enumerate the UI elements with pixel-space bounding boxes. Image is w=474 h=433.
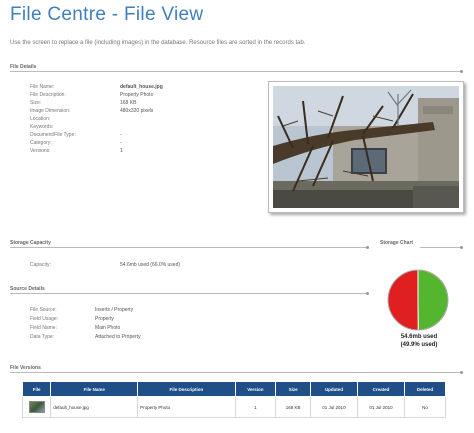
deleted-cell: No <box>404 396 446 418</box>
collapse-icon[interactable] <box>366 246 369 249</box>
size-value: 168 KB <box>120 100 137 106</box>
column-header[interactable]: Created <box>356 381 406 397</box>
column-header[interactable]: Version <box>234 381 277 397</box>
versions-value: 1 <box>120 148 123 154</box>
size-label: Size: <box>30 100 42 106</box>
location-label: Location: <box>30 116 51 122</box>
file-versions-heading: File Versions <box>10 365 41 371</box>
pie-used-label: 54.6mb used <box>400 334 438 340</box>
field-name-value: Main Photo <box>95 325 121 331</box>
collapse-icon[interactable] <box>460 70 463 73</box>
fallen-tree-photo <box>273 86 459 208</box>
category-value: - <box>120 140 122 146</box>
file-description-cell: Property Photo <box>137 396 236 418</box>
column-header[interactable]: Size <box>275 381 311 397</box>
section-divider <box>10 71 462 72</box>
collapse-icon[interactable] <box>460 371 463 374</box>
size-cell: 168 KB <box>275 396 311 418</box>
section-divider <box>10 247 368 248</box>
section-divider <box>420 247 462 248</box>
file-description-value: Property Photo <box>120 92 154 98</box>
data-type-value: Attached to Property <box>95 334 141 340</box>
capacity-value: 54.6mb used (66.0% used) <box>120 262 181 268</box>
pie-slice-used <box>417 269 449 331</box>
column-header[interactable]: File Description <box>137 381 236 397</box>
image-thumbnail-icon[interactable] <box>28 401 45 413</box>
column-header[interactable]: File Name <box>50 381 139 397</box>
column-header[interactable]: File <box>21 381 52 397</box>
image-dimension-label: Image Dimension: <box>30 108 71 114</box>
file-thumbnail-cell[interactable] <box>21 396 52 418</box>
file-source-value: Inserts / Property <box>95 307 134 313</box>
pie-percent-label: (49.9% used) <box>400 342 438 348</box>
keywords-label: Keywords: <box>30 124 54 130</box>
updated-cell: 01 Jul 2010 <box>309 396 359 418</box>
file-versions-table: File File Name File Description Version … <box>21 381 446 418</box>
file-source-label: File Source: <box>30 307 57 313</box>
file-type-value: - <box>120 132 122 138</box>
column-header[interactable]: Deleted <box>404 381 446 397</box>
collapse-icon[interactable] <box>460 246 463 249</box>
field-usage-value: Property <box>95 316 114 322</box>
created-cell: 01 Jul 2010 <box>356 396 406 418</box>
field-name-label: Field Name: <box>30 325 57 331</box>
file-description-label: File Description: <box>30 92 66 98</box>
collapse-icon[interactable] <box>366 292 369 295</box>
category-label: Category: <box>30 140 52 146</box>
pie-slice-free <box>387 269 419 331</box>
file-type-label: Document/File Type: <box>30 132 76 138</box>
image-dimension-value: 480x320 pixels <box>120 108 154 114</box>
intro-text: Use the screen to replace a file (includ… <box>10 40 306 46</box>
version-cell: 1 <box>234 396 277 418</box>
file-name-label: File Name: <box>30 84 55 90</box>
section-divider <box>10 293 368 294</box>
column-header[interactable]: Updated <box>309 381 359 397</box>
storage-capacity-heading: Storage Capacity <box>10 240 51 246</box>
capacity-label: Capacity: <box>30 262 51 268</box>
storage-pie-chart <box>386 268 450 332</box>
table-header-row: File File Name File Description Version … <box>21 381 446 397</box>
page-title: File Centre - File View <box>10 4 204 25</box>
versions-label: Versions: <box>30 148 51 154</box>
pie-svg <box>387 269 449 331</box>
source-details-heading: Source Details <box>10 286 45 292</box>
file-preview-image[interactable] <box>268 81 464 213</box>
storage-chart-heading: Storage Chart <box>380 240 414 246</box>
file-name-value: default_house.jpg <box>120 84 163 90</box>
file-details-heading: File Details <box>10 64 37 70</box>
table-row[interactable]: default_house.jpg Property Photo 1 168 K… <box>21 396 446 418</box>
field-usage-label: Field Usage: <box>30 316 59 322</box>
file-name-cell[interactable]: default_house.jpg <box>50 396 139 418</box>
data-type-label: Data Type: <box>30 334 55 340</box>
section-divider <box>10 372 462 373</box>
